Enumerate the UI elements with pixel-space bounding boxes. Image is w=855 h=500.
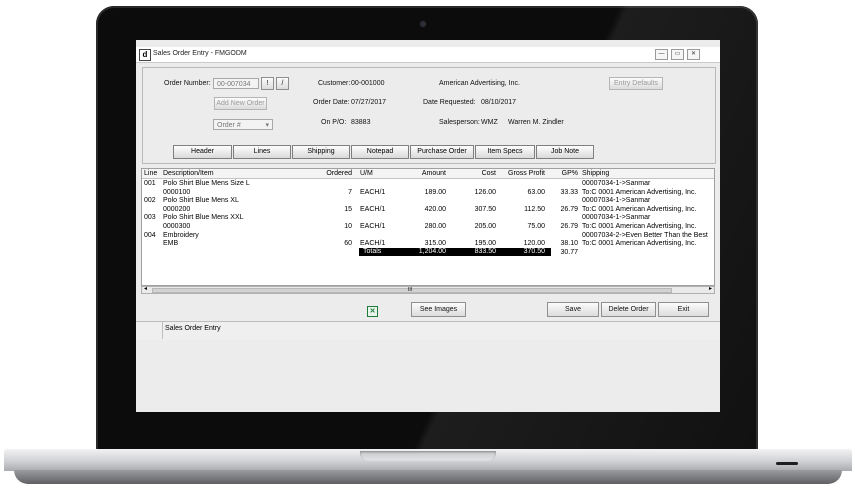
salesperson-label: Salesperson: <box>439 119 480 126</box>
order-date-label: Order Date: <box>313 99 350 106</box>
maximize-button[interactable]: ▭ <box>671 49 684 60</box>
col-um[interactable]: U/M <box>360 169 373 178</box>
scroll-left-icon[interactable]: ◂ <box>144 285 147 292</box>
col-amount[interactable]: Amount <box>398 169 446 178</box>
cell-gpp: 33.33 <box>560 188 578 196</box>
cell-ordered: 7 <box>348 188 352 196</box>
cell-gp: 63.00 <box>527 188 545 196</box>
totals-amount: 1,204.00 <box>418 248 446 255</box>
cell-um: EACH/1 <box>360 223 386 230</box>
tab-lines[interactable]: Lines <box>233 145 291 159</box>
camera-icon <box>420 21 426 27</box>
app-icon: d <box>139 49 151 61</box>
cell-ship: To:C 0001 American Advertising, Inc. <box>582 240 697 248</box>
excel-export-icon[interactable]: ✕ <box>367 306 378 317</box>
window-title: Sales Order Entry - FMGODM <box>153 50 247 57</box>
cell-gp: 75.00 <box>527 223 545 230</box>
customer-label: Customer: <box>318 80 351 87</box>
add-new-order-button[interactable]: Add New Order <box>214 97 267 110</box>
cell-um: EACH/1 <box>360 205 386 213</box>
col-ordered[interactable]: Ordered <box>292 169 352 178</box>
search-order-button[interactable]: ! <box>261 77 274 90</box>
tab-notepad[interactable]: Notepad <box>351 145 409 159</box>
order-type-value: Order # <box>217 122 241 129</box>
totals-row: Totals 1,204.00 833.50 370.50 <box>359 248 551 256</box>
cell-ordered: 60 <box>344 240 352 248</box>
tab-shipping[interactable]: Shipping <box>292 145 350 159</box>
cell-amount: 420.00 <box>424 205 446 213</box>
totals-gp-percent: 30.77 <box>560 249 578 256</box>
totals-cost: 833.50 <box>474 248 496 255</box>
status-bar: Sales Order Entry <box>136 321 720 340</box>
chevron-down-icon: ▾ <box>265 122 269 129</box>
customer-name: American Advertising, Inc. <box>439 80 520 87</box>
col-description[interactable]: Description/Item <box>163 169 214 178</box>
cell-gpp: 26.79 <box>560 205 578 213</box>
laptop-notch <box>360 451 496 461</box>
order-lines-grid[interactable]: Line Description/Item Ordered U/M Amount… <box>141 168 715 286</box>
totals-gross-profit: 370.50 <box>523 248 545 255</box>
tab-purchase-order[interactable]: Purchase Order <box>410 145 474 159</box>
po-label: On P/O: <box>321 119 347 126</box>
cell-cost: 126.00 <box>474 188 496 196</box>
scroll-right-icon[interactable]: ▸ <box>709 285 712 292</box>
cell-gp: 112.50 <box>524 205 545 213</box>
order-number-input[interactable]: 00-007034 <box>213 78 259 89</box>
sales-order-window: d Sales Order Entry - FMGODM — ▭ ✕ Order… <box>136 40 720 412</box>
cell-ordered: 15 <box>344 205 352 213</box>
close-button[interactable]: ✕ <box>687 49 700 60</box>
date-requested-value: 08/10/2017 <box>481 99 517 106</box>
tab-item-specs[interactable]: Item Specs <box>475 145 535 159</box>
po-value: 83883 <box>351 119 371 126</box>
cell-gpp: 38.10 <box>560 240 578 248</box>
order-date-value: 07/27/2017 <box>351 99 387 106</box>
order-type-select[interactable]: Order # ▾ <box>213 119 273 130</box>
cell-line: 004 <box>144 231 156 239</box>
sleep-light <box>776 462 798 465</box>
see-images-button[interactable]: See Images <box>411 302 466 317</box>
date-requested-label: Date Requested: <box>423 99 476 106</box>
status-text: Sales Order Entry <box>162 322 221 339</box>
col-gross-profit[interactable]: Gross Profit <box>498 169 545 178</box>
screen: d Sales Order Entry - FMGODM — ▭ ✕ Order… <box>136 40 720 412</box>
tab-header[interactable]: Header <box>173 145 232 159</box>
cell-line: 002 <box>144 197 156 205</box>
cell-um: EACH/1 <box>360 188 386 196</box>
cell-ordered: 10 <box>344 223 352 230</box>
cell-amount: 189.00 <box>424 188 446 196</box>
col-cost[interactable]: Cost <box>448 169 496 178</box>
entry-defaults-button[interactable]: Entry Defaults <box>609 77 663 90</box>
salesperson-name: Warren M. Zindler <box>508 119 564 126</box>
exit-button[interactable]: Exit <box>658 302 709 317</box>
laptop-base-bottom <box>14 470 842 484</box>
save-button[interactable]: Save <box>547 302 599 317</box>
cell-line: 001 <box>144 180 156 187</box>
salesperson-code: WMZ <box>481 119 498 126</box>
cell-cost: 307.50 <box>474 205 496 213</box>
title-bar: d Sales Order Entry - FMGODM — ▭ ✕ <box>136 47 720 63</box>
scroll-thumb[interactable]: III <box>152 287 672 293</box>
scroll-grip: III <box>408 287 413 293</box>
lookup-order-button[interactable]: / <box>276 77 289 90</box>
cell-amount: 280.00 <box>424 223 446 230</box>
order-number-label: Order Number: <box>164 80 211 87</box>
cell-cost: 205.00 <box>474 223 496 230</box>
col-gp-percent[interactable]: GP% <box>548 169 578 178</box>
minimize-button[interactable]: — <box>655 49 668 60</box>
totals-label: Totals <box>363 248 382 255</box>
tab-job-note[interactable]: Job Note <box>536 145 594 159</box>
delete-order-button[interactable]: Delete Order <box>601 302 656 317</box>
col-shipping[interactable]: Shipping <box>582 169 609 178</box>
horizontal-scrollbar[interactable]: ◂ III ▸ <box>141 286 715 294</box>
cell-gpp: 26.79 <box>560 223 578 230</box>
grid-header: Line Description/Item Ordered U/M Amount… <box>142 169 714 179</box>
col-line[interactable]: Line <box>144 169 157 178</box>
cell-desc: EMB <box>163 240 179 248</box>
customer-id: 00-001000 <box>351 80 385 87</box>
cell-line: 003 <box>144 214 156 222</box>
